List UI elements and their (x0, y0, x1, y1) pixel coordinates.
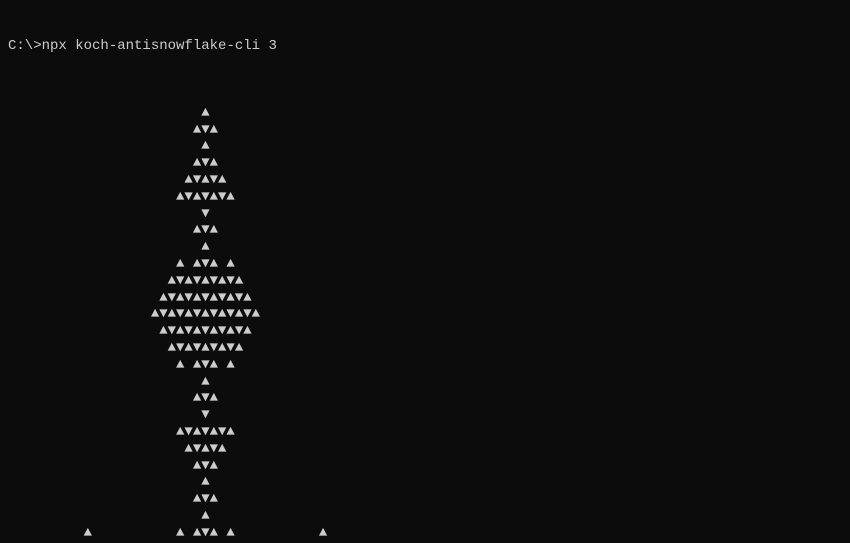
command-line-1: C:\>npx koch-antisnowflake-cli 3 (8, 38, 842, 55)
entered-command: npx koch-antisnowflake-cli 3 (42, 38, 277, 54)
terminal-window[interactable]: C:\>npx koch-antisnowflake-cli 3 ▲ ▲▼▲ ▲… (0, 0, 850, 543)
prompt-1: C:\> (8, 38, 42, 54)
command-output: ▲ ▲▼▲ ▲ ▲▼▲ ▲▼▲▼▲ ▲▼▲▼▲▼▲ ▼ ▲▼▲ (8, 88, 842, 543)
